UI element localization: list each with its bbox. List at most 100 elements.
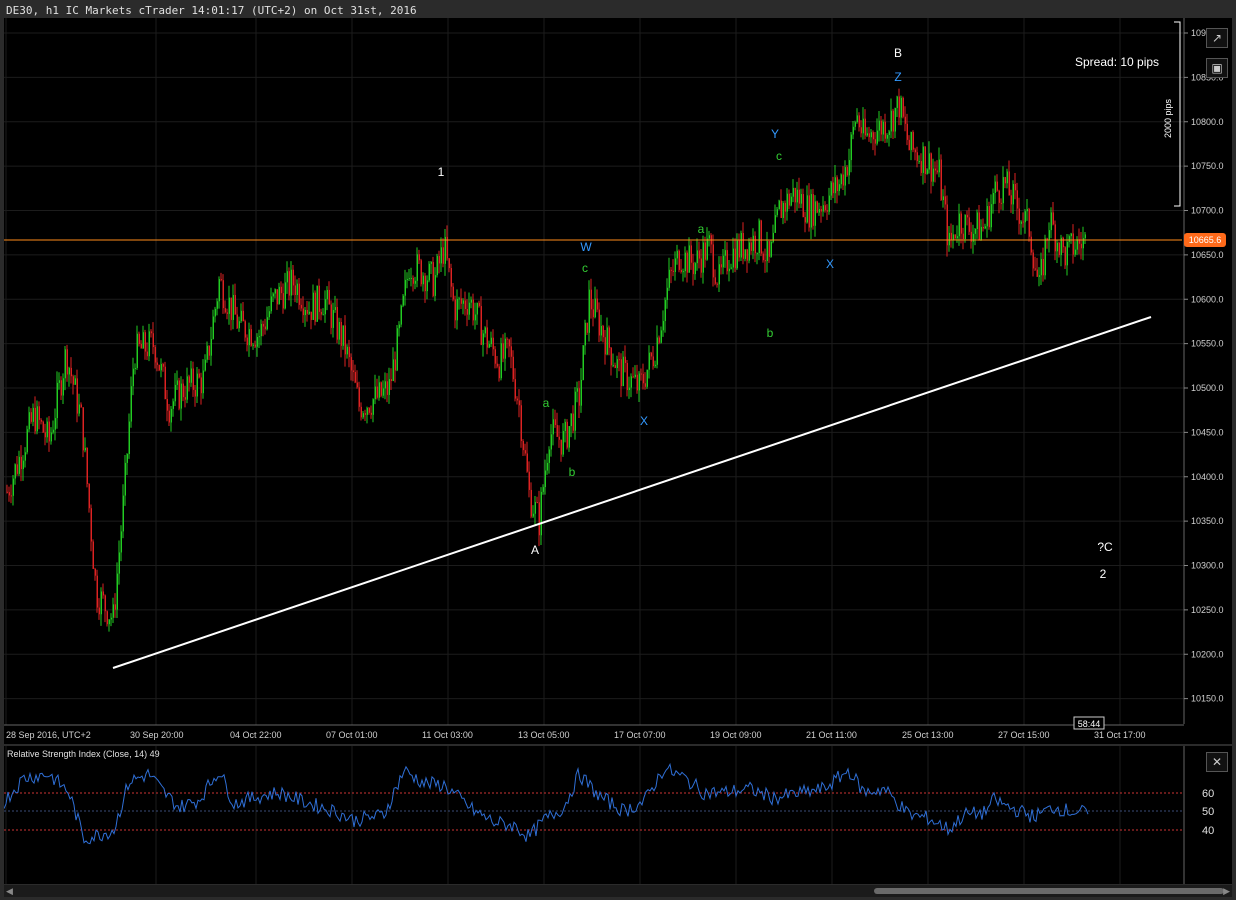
candle-body [100, 591, 102, 615]
candle-body [938, 159, 940, 173]
candle-body [876, 130, 878, 144]
candle-body [280, 286, 282, 294]
candle-body [424, 275, 426, 292]
candle-body [800, 194, 802, 204]
candle-body [926, 169, 928, 174]
candle-body [944, 196, 946, 205]
candle-body [1040, 258, 1042, 276]
candle-body [530, 489, 532, 517]
candle-body [278, 286, 280, 305]
candle-body [8, 492, 10, 496]
candle-body [572, 413, 574, 431]
wave-label: c [582, 261, 588, 275]
candle-body [606, 327, 608, 355]
rsi-panel[interactable]: Relative Strength Index (Close, 14) 49 6… [3, 746, 1232, 884]
candle-body [38, 406, 40, 420]
candle-body [646, 369, 648, 387]
camera-icon[interactable]: ▣ [1206, 58, 1228, 78]
candle-body [476, 302, 478, 315]
candle-body [146, 351, 148, 357]
horizontal-scrollbar[interactable]: ◀ ▶ [4, 885, 1232, 897]
chart-window: DE30, h1 IC Markets cTrader 14:01:17 (UT… [0, 0, 1236, 900]
candle-body [560, 439, 562, 455]
candle-body [248, 329, 250, 346]
scroll-right-icon[interactable]: ▶ [1223, 886, 1230, 897]
candle-body [730, 267, 732, 269]
candle-body [376, 386, 378, 398]
candle-body [450, 268, 452, 287]
candle-body [598, 309, 600, 336]
candle-body [290, 269, 292, 296]
candle-body [958, 213, 960, 237]
candle-body [1014, 183, 1016, 191]
candle-body [520, 405, 522, 441]
candle-body [824, 205, 826, 211]
candle-body [104, 595, 106, 612]
candle-body [142, 332, 144, 349]
candle-body [618, 359, 620, 361]
candle-body [1062, 237, 1064, 248]
candle-body [118, 552, 120, 574]
close-icon[interactable]: ✕ [1206, 752, 1228, 772]
candle-body [968, 217, 970, 232]
wave-label: b [569, 465, 576, 479]
candle-body [64, 349, 66, 379]
candle-body [848, 160, 850, 176]
candle-body [580, 379, 582, 406]
scroll-thumb[interactable] [874, 888, 1224, 894]
candle-body [418, 254, 420, 261]
candle-body [384, 381, 386, 389]
candle-body [754, 235, 756, 254]
candle-body [394, 359, 396, 371]
candle-body [946, 204, 948, 246]
external-link-icon[interactable]: ↗ [1206, 28, 1228, 48]
candle-body [236, 314, 238, 329]
candle-body [42, 421, 44, 433]
candle-body [382, 388, 384, 396]
candle-body [312, 292, 314, 320]
candle-body [420, 260, 422, 285]
candle-body [210, 339, 212, 356]
candle-body [346, 346, 348, 355]
price-tick-label: 10200.0 [1191, 649, 1224, 659]
candle-body [558, 436, 560, 440]
candle-body [582, 345, 584, 380]
candle-body [166, 399, 168, 411]
candle-body [604, 337, 606, 355]
candle-body [392, 359, 394, 382]
candle-body [48, 421, 50, 442]
candle-body [430, 262, 432, 264]
scroll-left-icon[interactable]: ◀ [6, 886, 13, 897]
candle-body [266, 317, 268, 330]
candle-body [226, 312, 228, 314]
time-tick-label: 19 Oct 09:00 [710, 730, 762, 740]
rsi-chart-svg[interactable]: Relative Strength Index (Close, 14) 49 6… [3, 746, 1232, 884]
candle-body [636, 374, 638, 391]
candle-body [600, 325, 602, 336]
candle-body [672, 270, 674, 272]
candle-body [380, 382, 382, 396]
price-chart-panel[interactable]: 10900.010850.010800.010750.010700.010650… [4, 18, 1232, 744]
candle-body [690, 245, 692, 263]
candle-body [286, 271, 288, 283]
candle-body [150, 331, 152, 334]
wave-label: W [580, 240, 592, 254]
price-chart-svg[interactable]: 10900.010850.010800.010750.010700.010650… [4, 18, 1232, 744]
candle-body [682, 271, 684, 273]
candle-body [566, 421, 568, 448]
rsi-level-50-label: 50 [1202, 806, 1214, 818]
candle-body [484, 327, 486, 334]
candle-body [216, 301, 218, 309]
candle-body [726, 250, 728, 272]
candle-body [240, 310, 242, 322]
candle-body [408, 278, 410, 280]
candle-body [474, 314, 476, 321]
time-tick-label: 28 Sep 2016, UTC+2 [6, 730, 91, 740]
candle-body [160, 364, 162, 371]
candle-body [728, 268, 730, 272]
candle-body [186, 376, 188, 400]
candle-body [298, 283, 300, 305]
candle-body [432, 262, 434, 296]
candle-body [742, 233, 744, 259]
candle-body [16, 464, 18, 474]
